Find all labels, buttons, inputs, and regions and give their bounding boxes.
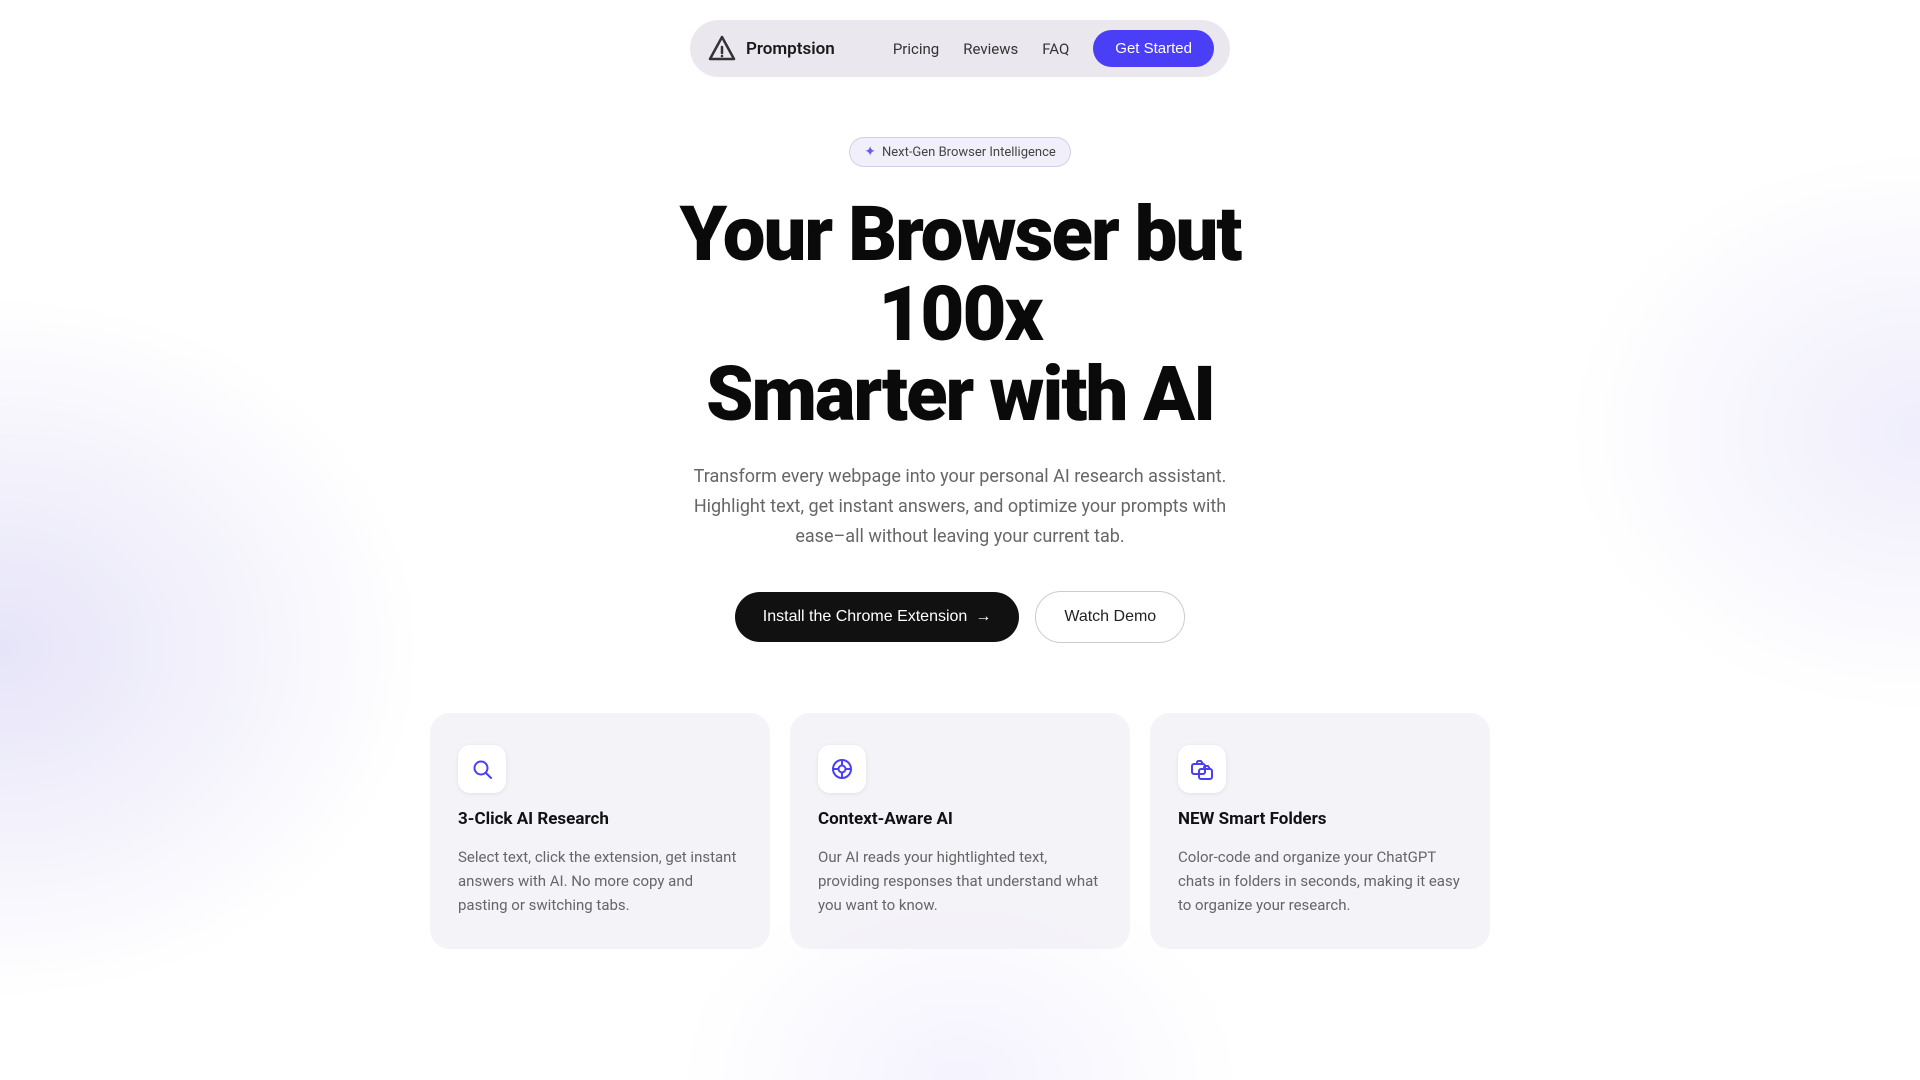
brand-logo[interactable]: Promptsion (706, 33, 835, 65)
feature-desc-2: Color-code and organize your ChatGPT cha… (1178, 845, 1462, 917)
feature-title-1: Context-Aware AI (818, 809, 1102, 829)
context-icon (830, 757, 854, 781)
hero-title-line1: Your Browser but 100x (680, 189, 1241, 359)
hero-title-line2: Smarter with AI (706, 349, 1214, 439)
feature-desc-0: Select text, click the extension, get in… (458, 845, 742, 917)
hero-subtitle: Transform every webpage into your person… (680, 462, 1240, 551)
badge-text: Next-Gen Browser Intelligence (882, 145, 1056, 160)
install-chrome-button[interactable]: Install the Chrome Extension → (735, 592, 1020, 642)
feature-cards: 3-Click AI Research Select text, click t… (410, 713, 1510, 949)
watch-demo-button[interactable]: Watch Demo (1035, 591, 1185, 643)
folder-icon (1190, 757, 1214, 781)
hero-title: Your Browser but 100x Smarter with AI (630, 195, 1290, 434)
feature-card-ai-research: 3-Click AI Research Select text, click t… (430, 713, 770, 949)
arrow-icon: → (975, 608, 991, 626)
nav-pricing[interactable]: Pricing (893, 40, 939, 58)
nav-links: Pricing Reviews FAQ Get Started (893, 30, 1214, 67)
feature-card-context-aware: Context-Aware AI Our AI reads your hight… (790, 713, 1130, 949)
get-started-button[interactable]: Get Started (1093, 30, 1214, 67)
brand-name: Promptsion (746, 39, 835, 59)
feature-title-0: 3-Click AI Research (458, 809, 742, 829)
feature-card-smart-folders: NEW Smart Folders Color-code and organiz… (1150, 713, 1490, 949)
feature-desc-1: Our AI reads your hightlighted text, pro… (818, 845, 1102, 917)
nav-faq[interactable]: FAQ (1042, 40, 1069, 58)
badge-icon: ✦ (864, 144, 876, 160)
hero-section: ✦ Next-Gen Browser Intelligence Your Bro… (610, 137, 1310, 713)
hero-badge: ✦ Next-Gen Browser Intelligence (849, 137, 1071, 167)
hero-buttons: Install the Chrome Extension → Watch Dem… (735, 591, 1185, 643)
install-btn-label: Install the Chrome Extension (763, 608, 968, 626)
feature-title-2: NEW Smart Folders (1178, 809, 1462, 829)
navbar: Promptsion Pricing Reviews FAQ Get Start… (690, 20, 1230, 77)
feature-icon-wrap-folder (1178, 745, 1226, 793)
feature-icon-wrap-search (458, 745, 506, 793)
feature-icon-wrap-context (818, 745, 866, 793)
brand-icon (706, 33, 738, 65)
nav-reviews[interactable]: Reviews (963, 40, 1018, 58)
search-icon (470, 757, 494, 781)
